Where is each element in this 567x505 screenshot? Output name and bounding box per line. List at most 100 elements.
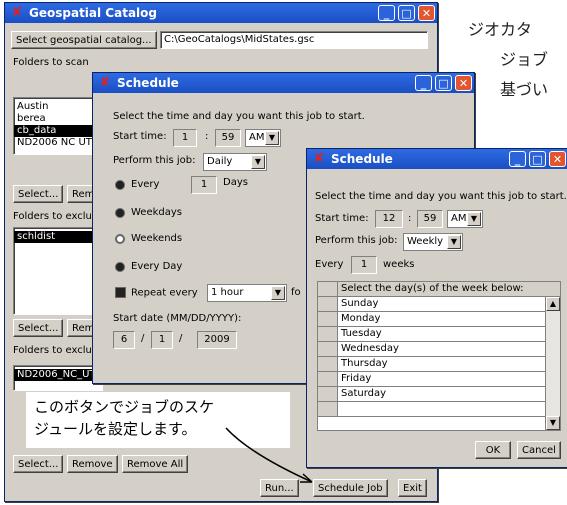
callout-arrow [225,427,313,483]
minute-field[interactable]: 59 [215,129,241,147]
app-icon: ✘ [11,5,23,20]
ok-button[interactable]: OK [475,441,511,459]
hour-field[interactable]: 12 [375,210,403,228]
list-item[interactable]: Austin [14,101,102,113]
day-checkbox[interactable] [318,357,338,371]
prompt-text: Select the time and day you want this jo… [315,191,567,202]
day-row-friday[interactable]: Friday [318,372,560,387]
window-title: Geospatial Catalog [29,6,157,20]
cancel-button[interactable]: Cancel [517,441,561,459]
list-item[interactable]: ND2006_NC_UT [14,369,102,381]
day-checkbox[interactable] [318,387,338,401]
hour-field[interactable]: 1 [173,129,197,147]
scroll-down-icon[interactable]: ▼ [546,416,560,430]
app-icon: ✘ [99,75,111,90]
list-item[interactable]: berea [14,113,102,125]
window-title: Schedule [331,152,393,166]
chevron-down-icon: ▼ [251,155,265,169]
minimize-button[interactable]: _ [378,5,395,21]
select-scan-button[interactable]: Select... [13,185,64,203]
repeat-dropdown[interactable]: 1 hour ▼ [207,284,287,302]
list-item[interactable]: cb_data [14,125,102,137]
perform-label: Perform this job: [315,235,398,246]
list-item[interactable]: schldist [14,231,102,243]
repeat-checkbox[interactable]: Repeat every [115,287,198,299]
callout-line1: このボタンでジョブのスケ [34,398,215,416]
scroll-up-icon[interactable]: ▲ [546,297,560,311]
ampm-dropdown[interactable]: AM ▼ [447,210,483,228]
day-row-sunday[interactable]: Sunday [318,297,560,312]
title-bar: ✘ Geospatial Catalog _ □ ✕ [5,3,437,23]
month-field[interactable]: 6 [113,331,135,349]
title-bar: ✘ Schedule _ □ ✕ [93,73,474,93]
minimize-button[interactable]: _ [415,75,432,91]
start-time-label: Start time: [315,213,369,224]
background-text-line1: ジオカタ [468,20,533,39]
every-weeks-field[interactable]: 1 [351,256,377,274]
close-button[interactable]: ✕ [549,151,566,167]
day-row-empty [318,402,560,417]
app-icon: ✘ [313,151,325,166]
chevron-down-icon: ▼ [271,286,285,300]
every-radio[interactable]: Every [115,179,159,190]
perform-dropdown[interactable]: Daily ▼ [203,153,267,171]
every-days-field[interactable]: 1 [191,176,217,194]
schedule-weekly-window: ✘ Schedule _ □ ✕ Select the time and day… [306,148,567,468]
select-exclude-button[interactable]: Select... [13,319,64,337]
minimize-button[interactable]: _ [509,151,526,167]
day-checkbox[interactable] [318,342,338,356]
time-separator: : [408,213,412,224]
list-item[interactable]: ND2006 NC UTI [14,137,102,149]
day-row-saturday[interactable]: Saturday [318,387,560,402]
prompt-text: Select the time and day you want this jo… [113,111,365,122]
perform-label: Perform this job: [113,155,196,166]
date-separator: / [141,333,145,344]
perform-dropdown[interactable]: Weekly ▼ [403,233,463,251]
remove-bottom-button[interactable]: Remove [67,455,118,473]
close-button[interactable]: ✕ [418,5,435,21]
chevron-down-icon: ▼ [265,131,279,145]
maximize-button[interactable]: □ [435,75,452,91]
weekdays-radio[interactable]: Weekdays [115,207,182,218]
every-day-radio[interactable]: Every Day [115,261,182,272]
ampm-dropdown[interactable]: AM ▼ [245,129,281,147]
folders-to-exclude-files-label: Folders to exclu [13,345,92,356]
close-button[interactable]: ✕ [455,75,472,91]
weeks-label: weeks [383,259,415,270]
start-time-label: Start time: [113,131,167,142]
background-text-line2: ジョブ [500,50,549,69]
day-row-wednesday[interactable]: Wednesday [318,342,560,357]
day-checkbox[interactable] [318,312,338,326]
day-row-monday[interactable]: Monday [318,312,560,327]
day-row-tuesday[interactable]: Tuesday [318,327,560,342]
day-checkbox[interactable] [318,297,338,311]
exit-button[interactable]: Exit [398,479,427,497]
year-field[interactable]: 2009 [197,331,237,349]
days-grid[interactable]: Select the day(s) of the week below: Sun… [317,281,561,431]
schedule-job-button[interactable]: Schedule Job [313,479,388,497]
day-checkbox[interactable] [318,327,338,341]
days-label: Days [223,177,248,188]
time-separator: : [205,131,209,142]
minute-field[interactable]: 59 [417,210,443,228]
day-field[interactable]: 1 [151,331,173,349]
start-date-label: Start date (MM/DD/YYYY): [113,313,242,324]
day-checkbox[interactable] [318,372,338,386]
chevron-down-icon: ▼ [467,212,481,226]
chevron-down-icon: ▼ [447,235,461,249]
folders-to-exclude-label: Folders to exclu [13,211,92,222]
catalog-path-field[interactable]: C:\GeoCatalogs\MidStates.gsc [160,31,428,49]
remove-all-button[interactable]: Remove All [122,455,189,473]
scan-folders-list[interactable]: Austin berea cb_data ND2006 NC UTI [13,97,103,155]
exclude-folders-list[interactable]: schldist [13,227,103,315]
grid-scrollbar[interactable]: ▲ ▼ [545,297,560,430]
maximize-button[interactable]: □ [398,5,415,21]
exclude-files-list[interactable]: ND2006_NC_UT [13,365,103,391]
select-bottom-button[interactable]: Select... [13,455,64,473]
weekends-radio[interactable]: Weekends [115,233,182,244]
maximize-button[interactable]: □ [529,151,546,167]
select-catalog-button[interactable]: Select geospatial catalog... [11,31,157,49]
day-row-thursday[interactable]: Thursday [318,357,560,372]
background-text-line3: 基づい [500,80,549,99]
window-title: Schedule [117,76,179,90]
